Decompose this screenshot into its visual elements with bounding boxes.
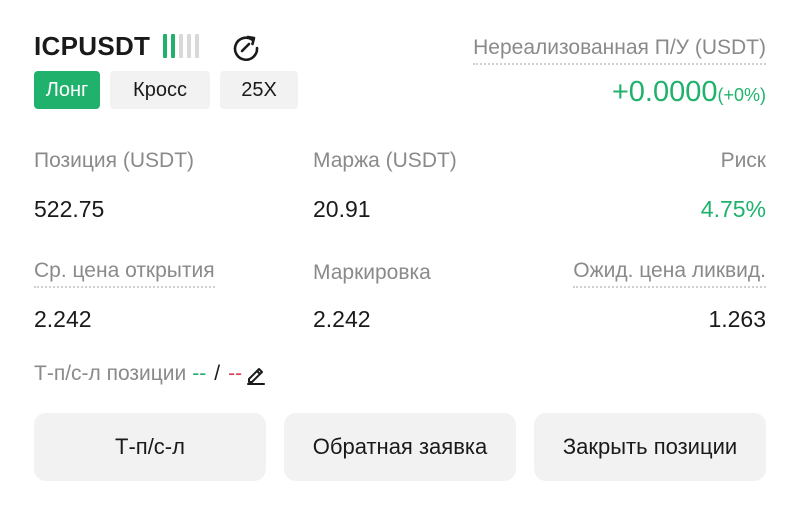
- strength-bar: [163, 34, 167, 58]
- edit-pencil-icon[interactable]: [244, 362, 268, 386]
- tpsl-button[interactable]: Т-п/с-л: [34, 413, 266, 481]
- entry-price-value: 2.242: [34, 306, 92, 332]
- signal-strength-icon: [163, 34, 199, 58]
- entry-price-label[interactable]: Ср. цена открытия: [34, 258, 215, 288]
- tpsl-separator: /: [214, 362, 221, 385]
- mark-price-label: Маркировка: [313, 261, 431, 284]
- risk-label: Риск: [720, 149, 766, 172]
- margin-label: Маржа (USDT): [313, 149, 457, 172]
- strength-bar: [195, 34, 199, 58]
- stop-loss-value: --: [228, 362, 243, 385]
- take-profit-value: --: [192, 362, 207, 385]
- share-refresh-icon[interactable]: [230, 32, 262, 64]
- pnl-percent: (+0%): [717, 85, 766, 105]
- strength-bar: [171, 34, 175, 58]
- strength-bar: [179, 34, 183, 58]
- unrealized-pnl-label[interactable]: Нереализованная П/У (USDT): [473, 35, 766, 65]
- margin-value: 20.91: [313, 196, 371, 222]
- risk-value: 4.75%: [700, 196, 766, 222]
- margin-mode-button[interactable]: Кросс: [110, 71, 210, 109]
- close-position-button[interactable]: Закрыть позиции: [534, 413, 766, 481]
- unrealized-pnl-value: +0.0000(+0%): [612, 74, 766, 113]
- pnl-amount: +0.0000: [611, 76, 718, 108]
- tpsl-label: Т-п/с-л позиции: [34, 362, 187, 385]
- strength-bar: [187, 34, 191, 58]
- side-tag-long: Лонг: [34, 71, 100, 109]
- symbol-title: ICPUSDT: [34, 31, 151, 61]
- position-tpsl-row[interactable]: Т-п/с-л позиции -- / --: [34, 361, 268, 387]
- leverage-button[interactable]: 25X: [220, 71, 298, 109]
- liq-price-value: 1.263: [708, 306, 766, 332]
- position-value: 522.75: [34, 196, 105, 222]
- reverse-order-button[interactable]: Обратная заявка: [284, 413, 516, 481]
- mark-price-value: 2.242: [313, 306, 371, 332]
- position-label: Позиция (USDT): [34, 149, 195, 172]
- liq-price-label[interactable]: Ожид. цена ликвид.: [573, 258, 766, 288]
